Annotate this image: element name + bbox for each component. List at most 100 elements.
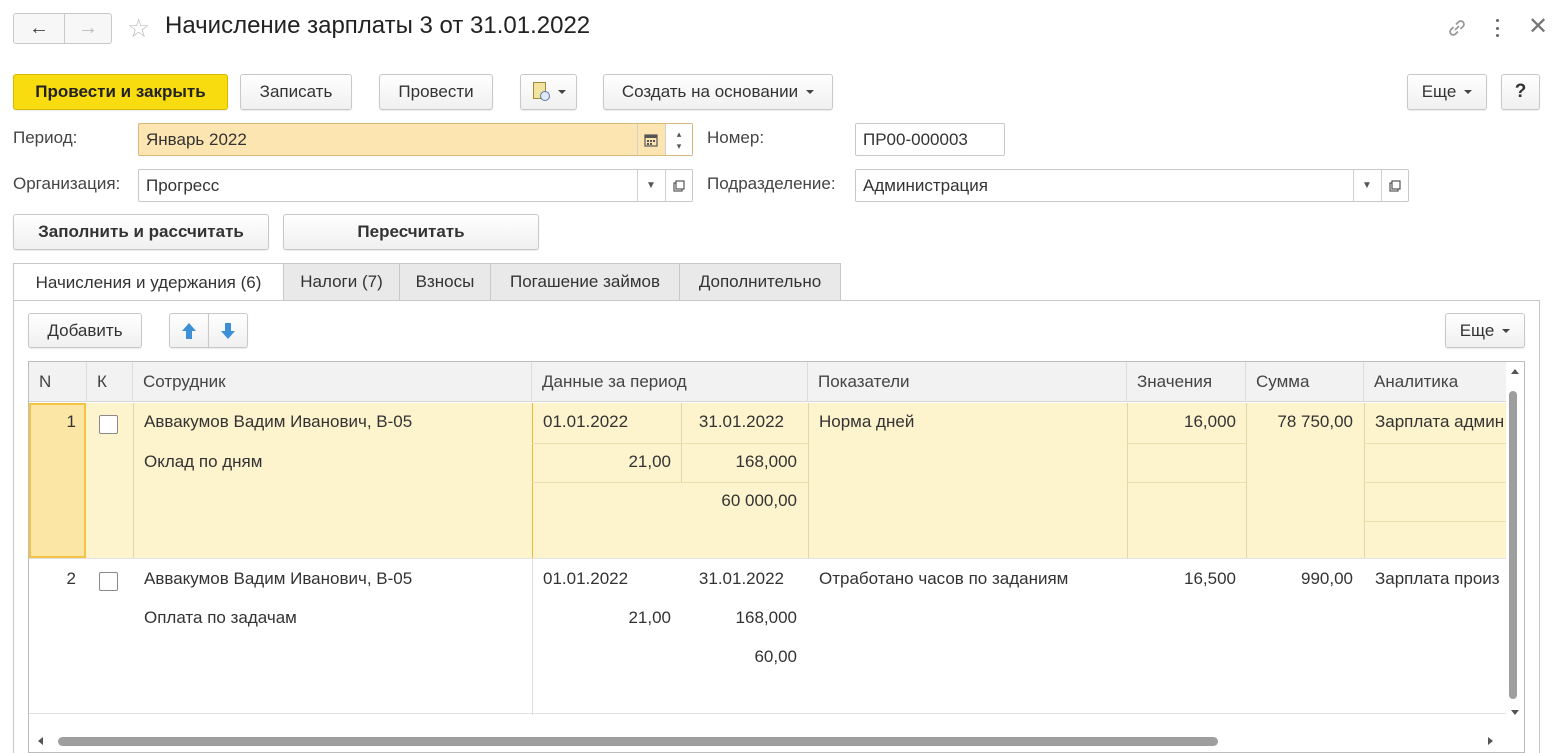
move-down-button[interactable] xyxy=(208,313,248,348)
tab-additional[interactable]: Дополнительно xyxy=(679,263,841,300)
date-to: 31.01.2022 xyxy=(698,569,784,588)
fill-and-calculate-button[interactable]: Заполнить и рассчитать xyxy=(13,214,269,250)
indicator-value: 16,500 xyxy=(1184,569,1236,588)
period-value: Январь 2022 xyxy=(146,129,247,149)
employee-name: Аввакумов Вадим Иванович, В-05 xyxy=(144,412,413,431)
open-icon[interactable] xyxy=(1381,170,1408,201)
base-value: 60,00 xyxy=(754,647,797,666)
hours-value: 168,000 xyxy=(735,608,797,627)
column-sum[interactable]: Сумма xyxy=(1246,362,1364,402)
days-value: 21,00 xyxy=(628,608,671,627)
row-checkbox[interactable] xyxy=(99,415,118,434)
more-button[interactable]: Еще xyxy=(1407,74,1487,110)
tab-loans[interactable]: Погашение займов xyxy=(490,263,680,300)
close-icon[interactable]: ✕ xyxy=(1528,14,1548,40)
chevron-down-icon[interactable]: ▼ xyxy=(1353,170,1380,201)
post-and-close-button[interactable]: Провести и закрыть xyxy=(13,74,228,110)
open-icon[interactable] xyxy=(665,170,692,201)
department-value: Администрация xyxy=(863,175,988,195)
date-to: 31.01.2022 xyxy=(698,412,784,431)
vertical-scrollbar[interactable] xyxy=(1507,361,1525,723)
organization-value: Прогресс xyxy=(146,175,220,195)
back-arrow-icon: ← xyxy=(29,17,49,39)
date-from: 01.01.2022 xyxy=(543,569,629,588)
row-checkbox[interactable] xyxy=(99,572,118,591)
table-more-button[interactable]: Еще xyxy=(1445,313,1525,348)
sum-value: 78 750,00 xyxy=(1277,412,1353,431)
analytics-value: Зарплата админ xyxy=(1375,412,1505,431)
row-number: 2 xyxy=(66,569,76,588)
period-field[interactable]: Январь 2022 ▴ ▾ xyxy=(138,123,693,156)
days-value: 21,00 xyxy=(628,452,671,471)
document-title: Начисление зарплаты 3 от 31.01.2022 xyxy=(165,12,591,39)
help-button[interactable]: ? xyxy=(1501,74,1540,110)
chevron-down-icon[interactable]: ▼ xyxy=(637,170,664,201)
employee-name: Аввакумов Вадим Иванович, В-05 xyxy=(144,569,413,588)
table-header: N К Сотрудник Данные за период Показател… xyxy=(29,362,1506,402)
number-value: ПР00-000003 xyxy=(863,129,968,149)
link-icon[interactable] xyxy=(1445,16,1469,40)
number-field[interactable]: ПР00-000003 xyxy=(855,123,1005,156)
chevron-down-icon xyxy=(806,90,815,94)
department-label: Подразделение: xyxy=(707,174,836,193)
tab-contributions[interactable]: Взносы xyxy=(399,263,491,300)
column-analytics[interactable]: Аналитика xyxy=(1364,362,1506,402)
table-more-label: Еще xyxy=(1459,320,1495,340)
base-value: 60 000,00 xyxy=(721,491,797,510)
sum-value: 990,00 xyxy=(1301,569,1353,588)
period-label: Период: xyxy=(13,128,78,147)
indicator-value: 16,000 xyxy=(1184,412,1236,431)
calendar-icon[interactable] xyxy=(637,124,664,155)
move-up-button[interactable] xyxy=(169,313,209,348)
create-based-on-label: Создать на основании xyxy=(621,82,799,101)
back-button[interactable]: ← xyxy=(13,13,65,44)
more-label: Еще xyxy=(1421,82,1457,101)
organization-field[interactable]: Прогресс ▼ xyxy=(138,169,693,202)
column-n[interactable]: N xyxy=(29,362,87,402)
forward-arrow-icon: → xyxy=(78,17,98,39)
column-values[interactable]: Значения xyxy=(1127,362,1246,402)
post-button[interactable]: Провести xyxy=(379,74,493,110)
department-field[interactable]: Администрация ▼ xyxy=(855,169,1409,202)
column-employee[interactable]: Сотрудник xyxy=(133,362,532,402)
column-period-data[interactable]: Данные за период xyxy=(532,362,808,402)
accruals-table[interactable]: N К Сотрудник Данные за период Показател… xyxy=(28,361,1525,753)
more-vertical-icon[interactable] xyxy=(1490,17,1504,39)
tab-taxes[interactable]: Налоги (7) xyxy=(283,263,400,300)
recalculate-button[interactable]: Пересчитать xyxy=(283,214,539,250)
scroll-right-icon[interactable] xyxy=(1488,737,1493,745)
date-from: 01.01.2022 xyxy=(543,412,629,431)
row-number: 1 xyxy=(66,412,76,431)
column-indicators[interactable]: Показатели xyxy=(808,362,1127,402)
add-button[interactable]: Добавить xyxy=(28,313,142,348)
indicator-name: Отработано часов по заданиям xyxy=(819,569,1069,588)
scroll-left-icon[interactable] xyxy=(38,737,43,745)
star-icon[interactable]: ☆ xyxy=(127,14,150,42)
column-k[interactable]: К xyxy=(87,362,133,402)
spin-buttons[interactable]: ▴ ▾ xyxy=(665,124,692,155)
table-row[interactable]: 1 Аввакумов Вадим Иванович, В-05 Оклад п… xyxy=(29,403,1506,558)
chevron-down-icon xyxy=(557,90,566,94)
tab-accruals[interactable]: Начисления и удержания (6) xyxy=(13,263,284,301)
table-row[interactable]: 2 Аввакумов Вадим Иванович, В-05 Оплата … xyxy=(29,558,1506,715)
chevron-down-icon xyxy=(1464,90,1473,94)
chevron-down-icon xyxy=(1502,328,1511,333)
print-icon xyxy=(532,82,550,102)
accrual-type: Оклад по дням xyxy=(144,452,263,471)
forward-button[interactable]: → xyxy=(64,13,112,44)
horizontal-scrollbar[interactable] xyxy=(28,732,1525,750)
save-button[interactable]: Записать xyxy=(240,74,352,110)
organization-label: Организация: xyxy=(13,174,121,193)
accrual-type: Оплата по задачам xyxy=(144,608,297,627)
chevron-up-icon[interactable]: ▴ xyxy=(677,128,682,140)
analytics-value: Зарплата произ xyxy=(1375,569,1500,588)
print-menu-button[interactable] xyxy=(520,74,577,110)
scroll-thumb[interactable] xyxy=(58,737,1218,746)
number-label: Номер: xyxy=(707,128,765,147)
hours-value: 168,000 xyxy=(735,452,797,471)
scroll-down-icon[interactable] xyxy=(1511,710,1519,715)
create-based-on-button[interactable]: Создать на основании xyxy=(603,74,833,110)
scroll-thumb[interactable] xyxy=(1509,391,1517,699)
scroll-up-icon[interactable] xyxy=(1511,369,1519,374)
chevron-down-icon[interactable]: ▾ xyxy=(677,140,682,152)
